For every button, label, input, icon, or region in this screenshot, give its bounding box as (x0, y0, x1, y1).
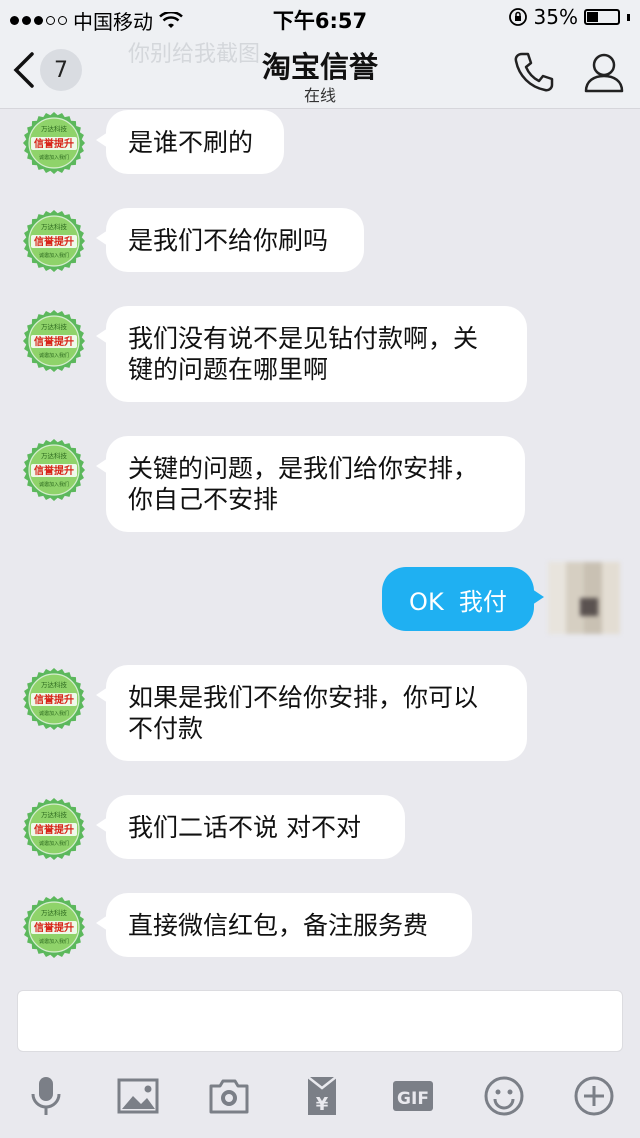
sender-avatar[interactable]: 万达科技信誉提升诚邀加入我们 (22, 309, 86, 373)
phone-icon[interactable] (512, 50, 556, 94)
message-text-line: 是谁不刷的 (128, 128, 254, 157)
svg-text:万达科技: 万达科技 (41, 322, 68, 331)
sender-avatar[interactable]: 万达科技信誉提升诚邀加入我们 (22, 209, 86, 273)
chat-header: 你别给我截图 7 淘宝信誉 在线 (0, 36, 640, 109)
svg-text:诚邀加入我们: 诚邀加入我们 (39, 938, 69, 945)
svg-text:万达科技: 万达科技 (41, 124, 68, 133)
mic-icon[interactable] (24, 1074, 68, 1118)
svg-text:信誉提升: 信誉提升 (34, 235, 74, 248)
svg-text:诚邀加入我们: 诚邀加入我们 (39, 840, 69, 847)
plus-icon[interactable] (572, 1074, 616, 1118)
gif-icon[interactable]: GIF (391, 1074, 435, 1118)
svg-text:万达科技: 万达科技 (41, 680, 68, 689)
incoming-message-bubble[interactable]: 是谁不刷的 (96, 110, 284, 174)
svg-text:信誉提升: 信誉提升 (34, 335, 74, 348)
input-toolbar: ¥ GIF (0, 1064, 640, 1134)
svg-text:诚邀加入我们: 诚邀加入我们 (39, 710, 69, 717)
battery-percent: 35% (533, 5, 578, 29)
svg-text:万达科技: 万达科技 (41, 908, 68, 917)
message-text-line: 如果是我们不给你安排，你可以 (128, 683, 479, 712)
orientation-lock-icon (508, 8, 527, 26)
message-text-line: 键的问题在哪里啊 (128, 355, 329, 384)
svg-text:¥: ¥ (316, 1094, 329, 1115)
sender-avatar[interactable]: 万达科技信誉提升诚邀加入我们 (22, 667, 86, 731)
sender-avatar[interactable]: 万达科技信誉提升诚邀加入我们 (22, 797, 86, 861)
status-bar: 中国移动 下午6:57 35% (0, 0, 640, 36)
svg-text:诚邀加入我们: 诚邀加入我们 (39, 352, 69, 359)
camera-icon[interactable] (207, 1074, 251, 1118)
message-text-line: 我们没有说不是见钻付款啊，关 (128, 324, 479, 353)
incoming-message-bubble[interactable]: 关键的问题，是我们给你安排， 你自己不安排 (96, 436, 525, 532)
my-avatar-blurred[interactable] (548, 562, 620, 634)
message-text-line: 我们二话不说 对不对 (128, 813, 361, 842)
svg-text:诚邀加入我们: 诚邀加入我们 (39, 252, 69, 259)
svg-text:信誉提升: 信誉提升 (34, 823, 74, 836)
svg-text:信誉提升: 信誉提升 (34, 693, 74, 706)
outgoing-message-bubble[interactable]: OK 我付 (382, 567, 544, 631)
svg-text:诚邀加入我们: 诚邀加入我们 (39, 481, 69, 488)
svg-text:信誉提升: 信誉提升 (34, 137, 74, 150)
svg-text:信誉提升: 信誉提升 (34, 464, 74, 477)
battery-icon (584, 9, 620, 25)
svg-text:信誉提升: 信誉提升 (34, 921, 74, 934)
message-text-line: 关键的问题，是我们给你安排， (128, 454, 479, 483)
sender-avatar[interactable]: 万达科技信誉提升诚邀加入我们 (22, 111, 86, 175)
emoji-icon[interactable] (482, 1074, 526, 1118)
contact-profile-icon[interactable] (582, 50, 626, 94)
svg-text:GIF: GIF (397, 1089, 429, 1109)
message-text-line: 你自己不安排 (128, 485, 279, 514)
svg-text:万达科技: 万达科技 (41, 810, 68, 819)
incoming-message-bubble[interactable]: 我们二话不说 对不对 (96, 795, 405, 859)
incoming-message-bubble[interactable]: 如果是我们不给你安排，你可以 不付款 (96, 665, 527, 761)
message-text-line: 不付款 (128, 714, 204, 743)
message-input[interactable] (17, 990, 623, 1052)
svg-text:万达科技: 万达科技 (41, 222, 68, 231)
message-text-line: 直接微信红包，备注服务费 (128, 911, 429, 940)
svg-text:万达科技: 万达科技 (41, 451, 68, 460)
incoming-message-bubble[interactable]: 是我们不给你刷吗 (96, 208, 364, 272)
sender-avatar[interactable]: 万达科技信誉提升诚邀加入我们 (22, 438, 86, 502)
svg-text:诚邀加入我们: 诚邀加入我们 (39, 154, 69, 161)
message-text-line: 是我们不给你刷吗 (128, 226, 329, 255)
image-icon[interactable] (116, 1074, 160, 1118)
incoming-message-bubble[interactable]: 直接微信红包，备注服务费 (96, 893, 472, 957)
sender-avatar[interactable]: 万达科技信誉提升诚邀加入我们 (22, 895, 86, 959)
battery-group: 35% (508, 5, 630, 29)
incoming-message-bubble[interactable]: 我们没有说不是见钻付款啊，关 键的问题在哪里啊 (96, 306, 527, 402)
red-packet-icon[interactable]: ¥ (300, 1074, 344, 1118)
message-text-line: OK 我付 (409, 587, 507, 616)
